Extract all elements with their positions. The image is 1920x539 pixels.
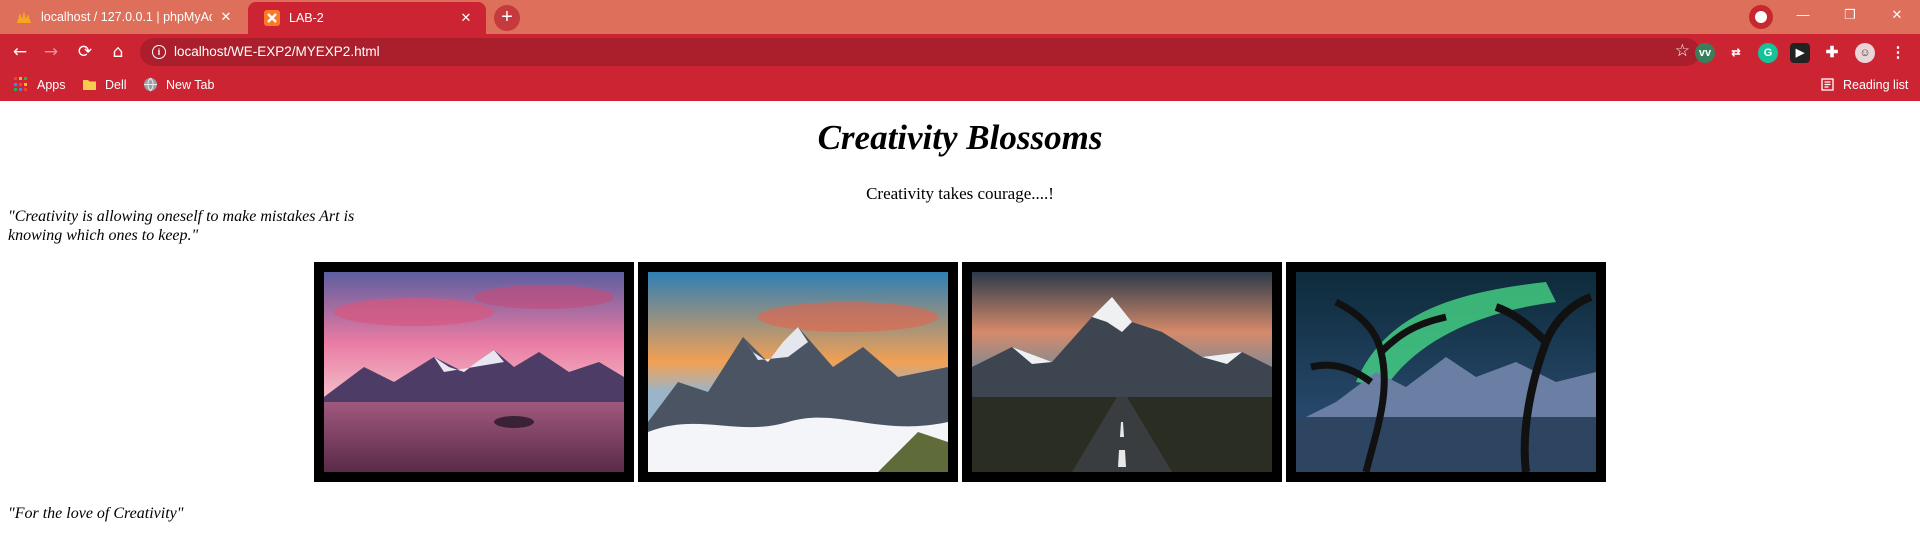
close-tab-icon[interactable]: ✕ [218, 9, 234, 25]
site-info-icon[interactable]: i [152, 45, 166, 59]
extension-toggle-icon[interactable]: ⇄ [1726, 43, 1746, 63]
gallery-image-1 [314, 262, 634, 482]
phpmyadmin-icon [17, 11, 31, 23]
back-icon[interactable]: ← [6, 38, 34, 66]
tab-phpmyadmin[interactable]: localhost / 127.0.0.1 | phpMyAdmin ✕ [0, 0, 246, 34]
bookmark-label: Dell [105, 77, 127, 92]
folder-icon [83, 80, 96, 90]
xampp-icon [264, 10, 280, 26]
bookmark-label: New Tab [166, 77, 215, 92]
reload-icon[interactable]: ⟳ [71, 38, 99, 66]
creativity-quote: "Creativity is allowing oneself to make … [8, 208, 355, 244]
gallery-image-2 [638, 262, 958, 482]
mountain-road-dusk-image [972, 272, 1272, 472]
extension-vv-icon[interactable]: vv [1695, 43, 1715, 63]
apps-grid-icon [14, 77, 29, 92]
tab-title: LAB-2 [289, 11, 324, 25]
reading-list-label: Reading list [1843, 77, 1909, 92]
address-bar[interactable]: i localhost/WE-EXP2/MYEXP2.html ☆ [140, 38, 1700, 66]
tab-lab2[interactable]: LAB-2 ✕ [248, 2, 486, 34]
browser-toolbar: ← → ⟳ ⌂ i localhost/WE-EXP2/MYEXP2.html … [0, 34, 1920, 71]
extensions-puzzle-icon[interactable]: ✚ [1822, 43, 1842, 63]
bookmark-dell[interactable]: Dell [82, 77, 127, 92]
bookmarks-bar: Apps Dell New Tab Reading list [0, 71, 1920, 101]
bookmark-label: Apps [37, 77, 66, 92]
footer-note: "For the love of Creativity" [8, 505, 184, 522]
tab-title: localhost / 127.0.0.1 | phpMyAdmin [41, 10, 212, 24]
tab-strip: localhost / 127.0.0.1 | phpMyAdmin ✕ LAB… [0, 0, 1920, 34]
page-title: Creativity Blossoms [817, 118, 1103, 157]
grammarly-icon[interactable]: G [1758, 43, 1778, 63]
gallery-image-4 [1286, 262, 1606, 482]
close-window-button[interactable]: ✕ [1874, 0, 1920, 34]
profile-avatar[interactable]: ☺ [1855, 43, 1875, 63]
minimize-button[interactable]: — [1780, 0, 1826, 34]
bookmark-new-tab[interactable]: New Tab [143, 77, 214, 92]
extension-dark-icon[interactable]: ▶ [1790, 43, 1810, 63]
blue-sky-mountains-clouds-image [648, 272, 948, 472]
restore-button[interactable]: ❐ [1827, 0, 1873, 34]
menu-kebab-icon[interactable]: ⋮ [1888, 43, 1908, 63]
pink-sunset-mountain-lake-image [324, 272, 624, 472]
aurora-tree-night-image [1296, 272, 1596, 472]
page-subtitle: Creativity takes courage....! [866, 184, 1054, 203]
close-tab-icon[interactable]: ✕ [458, 10, 474, 26]
reading-list-icon [1821, 78, 1834, 91]
tab-search-icon[interactable] [1749, 5, 1773, 29]
reading-list[interactable]: Reading list [1820, 77, 1908, 92]
new-tab-button[interactable]: + [494, 5, 520, 31]
image-gallery [314, 262, 1606, 482]
gallery-image-3 [962, 262, 1282, 482]
home-icon[interactable]: ⌂ [104, 38, 132, 66]
bookmark-star-icon[interactable]: ☆ [1675, 41, 1690, 61]
globe-icon [144, 77, 157, 92]
forward-icon[interactable]: → [37, 38, 65, 66]
bookmark-apps[interactable]: Apps [14, 77, 66, 92]
address-url[interactable]: localhost/WE-EXP2/MYEXP2.html [174, 44, 380, 59]
